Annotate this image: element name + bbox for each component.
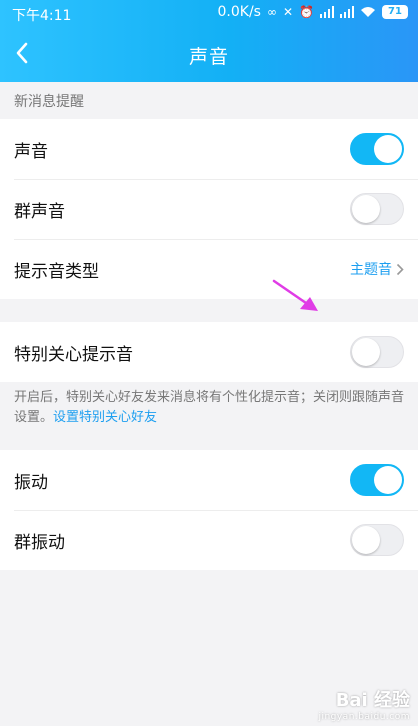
toggle-knob bbox=[374, 466, 402, 494]
mute-icon: ✕ bbox=[282, 5, 294, 19]
toggle-knob bbox=[352, 526, 380, 554]
status-bar: 下午4:11 0.0K/s ∞ ✕ ⏰ 71 bbox=[0, 0, 418, 26]
tone-type-value[interactable]: 主题音 bbox=[350, 259, 404, 279]
chevron-right-icon bbox=[396, 263, 404, 275]
special-care-group: 特别关心提示音 bbox=[0, 322, 418, 382]
sound-toggle[interactable] bbox=[350, 133, 404, 165]
group-vibration-toggle[interactable] bbox=[350, 524, 404, 556]
page-title: 声音 bbox=[188, 46, 229, 68]
vibration-toggle[interactable] bbox=[350, 464, 404, 496]
toggle-knob bbox=[374, 135, 402, 163]
net-speed: 0.0K/s bbox=[217, 4, 261, 20]
group-sound-toggle[interactable] bbox=[350, 193, 404, 225]
special-care-tone-row[interactable]: 特别关心提示音 bbox=[0, 322, 418, 382]
watermark-text: Bai 经验 bbox=[335, 690, 410, 711]
annotation-arrow-icon bbox=[272, 279, 318, 311]
group-sound-row[interactable]: 群声音 bbox=[0, 179, 418, 239]
section-caption: 新消息提醒 bbox=[14, 94, 84, 110]
set-special-care-friends-link[interactable]: 设置特别关心好友 bbox=[53, 410, 157, 425]
sound-label: 声音 bbox=[14, 141, 48, 162]
special-care-tone-label: 特别关心提示音 bbox=[14, 344, 133, 365]
battery-icon: 71 bbox=[382, 5, 408, 19]
signal-icon bbox=[320, 6, 334, 18]
sound-row[interactable]: 声音 bbox=[0, 119, 418, 179]
status-time: 下午4:11 bbox=[12, 8, 72, 24]
app-header: 下午4:11 0.0K/s ∞ ✕ ⏰ 71 声音 bbox=[0, 0, 418, 82]
status-icons: 0.0K/s ∞ ✕ ⏰ 71 bbox=[218, 4, 408, 20]
group-sound-label: 群声音 bbox=[14, 201, 65, 222]
signal-icon bbox=[340, 6, 354, 18]
watermark-logo: Bai 经验 jingyan.baidu.com bbox=[318, 686, 410, 722]
group-vibration-row[interactable]: 群振动 bbox=[0, 510, 418, 570]
toggle-knob bbox=[352, 338, 380, 366]
special-care-tone-toggle[interactable] bbox=[350, 336, 404, 368]
group-vibration-label: 群振动 bbox=[14, 532, 65, 553]
tone-type-value-text: 主题音 bbox=[350, 262, 392, 278]
alarm-icon: ⏰ bbox=[299, 5, 314, 19]
vibration-settings-group: 振动 群振动 bbox=[0, 450, 418, 570]
vibration-row[interactable]: 振动 bbox=[0, 450, 418, 510]
link-icon: ∞ bbox=[266, 5, 277, 19]
special-care-hint: 开启后，特别关心好友发来消息将有个性化提示音；关闭则跟随声音设置。设置特别关心好… bbox=[14, 388, 406, 428]
tone-type-row[interactable]: 提示音类型 主题音 bbox=[0, 239, 418, 299]
toggle-knob bbox=[352, 195, 380, 223]
watermark-sub: jingyan.baidu.com bbox=[318, 712, 410, 722]
wifi-icon bbox=[361, 7, 375, 17]
vibration-label: 振动 bbox=[14, 472, 48, 493]
sound-settings-group: 声音 群声音 提示音类型 主题音 bbox=[0, 119, 418, 299]
